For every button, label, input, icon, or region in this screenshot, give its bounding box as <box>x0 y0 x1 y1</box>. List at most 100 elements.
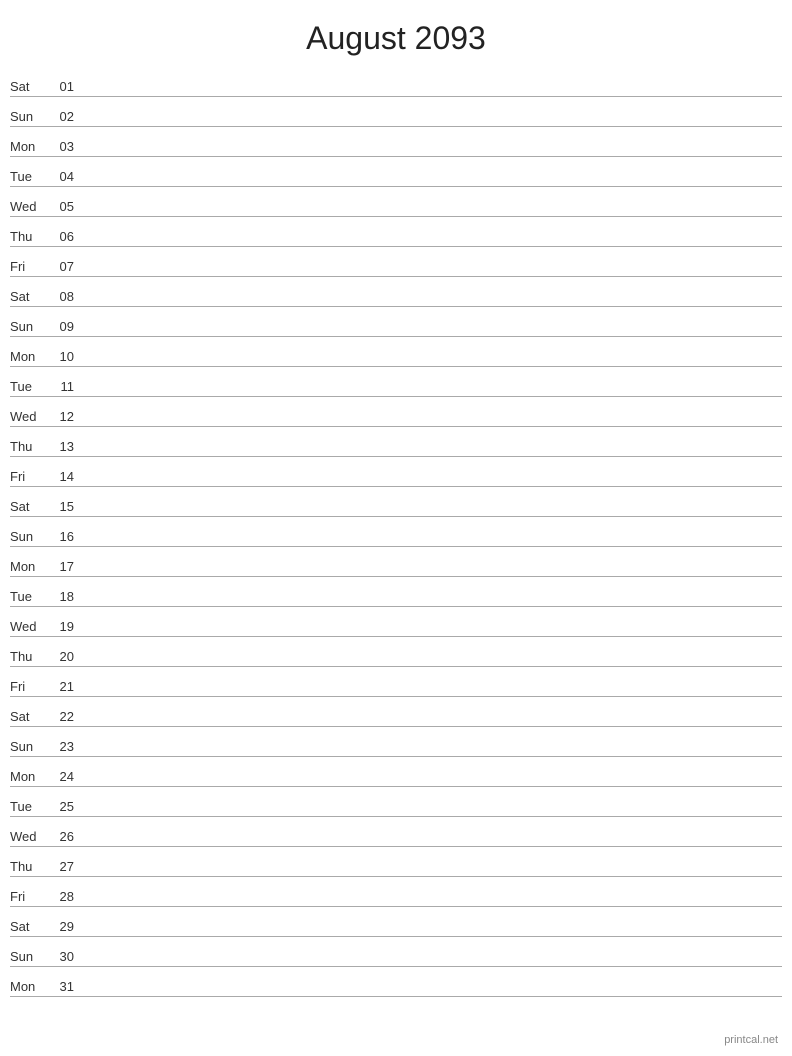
day-number: 12 <box>50 409 78 424</box>
day-number: 24 <box>50 769 78 784</box>
day-row: Sat29 <box>10 907 782 937</box>
day-line <box>78 273 782 274</box>
day-name: Thu <box>10 229 50 244</box>
day-line <box>78 243 782 244</box>
day-row: Sun23 <box>10 727 782 757</box>
day-name: Sun <box>10 739 50 754</box>
day-row: Sun16 <box>10 517 782 547</box>
day-line <box>78 213 782 214</box>
day-line <box>78 693 782 694</box>
day-row: Fri07 <box>10 247 782 277</box>
day-row: Sun09 <box>10 307 782 337</box>
day-line <box>78 603 782 604</box>
day-row: Mon31 <box>10 967 782 997</box>
day-name: Tue <box>10 169 50 184</box>
day-number: 08 <box>50 289 78 304</box>
day-line <box>78 393 782 394</box>
day-number: 03 <box>50 139 78 154</box>
day-name: Sun <box>10 529 50 544</box>
day-number: 28 <box>50 889 78 904</box>
day-name: Fri <box>10 889 50 904</box>
day-row: Tue18 <box>10 577 782 607</box>
day-number: 25 <box>50 799 78 814</box>
day-line <box>78 183 782 184</box>
day-number: 05 <box>50 199 78 214</box>
day-line <box>78 753 782 754</box>
day-row: Wed12 <box>10 397 782 427</box>
day-number: 16 <box>50 529 78 544</box>
day-row: Sat22 <box>10 697 782 727</box>
day-name: Wed <box>10 619 50 634</box>
page-title: August 2093 <box>0 0 792 67</box>
day-name: Fri <box>10 469 50 484</box>
day-row: Mon24 <box>10 757 782 787</box>
day-row: Sun02 <box>10 97 782 127</box>
day-row: Tue04 <box>10 157 782 187</box>
day-number: 29 <box>50 919 78 934</box>
day-name: Tue <box>10 589 50 604</box>
day-number: 11 <box>50 379 78 394</box>
day-name: Mon <box>10 349 50 364</box>
day-name: Mon <box>10 559 50 574</box>
day-row: Tue25 <box>10 787 782 817</box>
day-line <box>78 423 782 424</box>
day-row: Wed05 <box>10 187 782 217</box>
day-number: 01 <box>50 79 78 94</box>
day-line <box>78 153 782 154</box>
day-number: 26 <box>50 829 78 844</box>
day-name: Mon <box>10 769 50 784</box>
day-line <box>78 453 782 454</box>
day-name: Thu <box>10 439 50 454</box>
day-number: 19 <box>50 619 78 634</box>
day-row: Mon03 <box>10 127 782 157</box>
day-name: Sat <box>10 919 50 934</box>
day-row: Mon17 <box>10 547 782 577</box>
day-line <box>78 543 782 544</box>
day-number: 06 <box>50 229 78 244</box>
day-row: Thu06 <box>10 217 782 247</box>
day-line <box>78 303 782 304</box>
day-row: Sun30 <box>10 937 782 967</box>
day-line <box>78 333 782 334</box>
day-line <box>78 813 782 814</box>
day-name: Tue <box>10 379 50 394</box>
day-name: Mon <box>10 979 50 994</box>
day-line <box>78 903 782 904</box>
day-name: Sat <box>10 79 50 94</box>
day-line <box>78 573 782 574</box>
day-number: 14 <box>50 469 78 484</box>
day-row: Thu20 <box>10 637 782 667</box>
day-line <box>78 483 782 484</box>
day-number: 21 <box>50 679 78 694</box>
day-name: Sat <box>10 709 50 724</box>
day-line <box>78 873 782 874</box>
day-row: Fri14 <box>10 457 782 487</box>
day-line <box>78 663 782 664</box>
day-line <box>78 843 782 844</box>
calendar-grid: Sat01Sun02Mon03Tue04Wed05Thu06Fri07Sat08… <box>0 67 792 997</box>
day-name: Tue <box>10 799 50 814</box>
day-name: Fri <box>10 679 50 694</box>
day-name: Wed <box>10 829 50 844</box>
day-row: Sat08 <box>10 277 782 307</box>
day-name: Sat <box>10 499 50 514</box>
day-number: 10 <box>50 349 78 364</box>
day-line <box>78 633 782 634</box>
day-number: 07 <box>50 259 78 274</box>
day-row: Thu27 <box>10 847 782 877</box>
day-name: Mon <box>10 139 50 154</box>
day-line <box>78 993 782 994</box>
day-name: Sun <box>10 109 50 124</box>
day-number: 23 <box>50 739 78 754</box>
day-number: 27 <box>50 859 78 874</box>
day-number: 20 <box>50 649 78 664</box>
day-name: Sun <box>10 949 50 964</box>
day-line <box>78 723 782 724</box>
day-row: Fri28 <box>10 877 782 907</box>
day-row: Mon10 <box>10 337 782 367</box>
day-line <box>78 123 782 124</box>
day-row: Sat01 <box>10 67 782 97</box>
day-line <box>78 963 782 964</box>
day-number: 02 <box>50 109 78 124</box>
day-number: 15 <box>50 499 78 514</box>
